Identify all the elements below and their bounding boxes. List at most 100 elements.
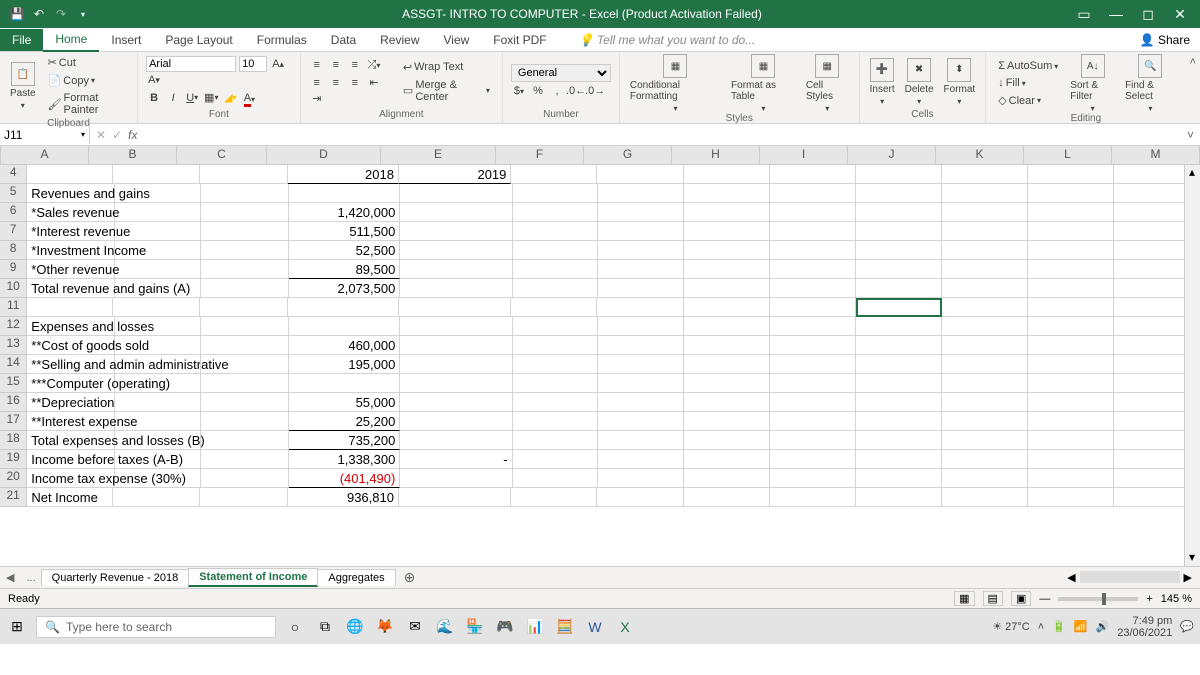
- row-header-7[interactable]: 7: [0, 222, 27, 241]
- cell-K16[interactable]: [942, 393, 1028, 412]
- cell-C4[interactable]: [200, 165, 288, 184]
- cell-I10[interactable]: [770, 279, 856, 298]
- cell-K12[interactable]: [942, 317, 1028, 336]
- cell-L10[interactable]: [1028, 279, 1114, 298]
- cell-I15[interactable]: [770, 374, 856, 393]
- cell-D10[interactable]: 2,073,500: [289, 279, 400, 298]
- cell-F21[interactable]: [511, 488, 597, 507]
- cell-B13[interactable]: [115, 336, 201, 355]
- cell-D21[interactable]: 936,810: [288, 488, 399, 507]
- sort-filter-button[interactable]: A↓Sort & Filter▾: [1068, 54, 1117, 113]
- autosum-button[interactable]: Σ AutoSum ▾: [994, 58, 1062, 74]
- cell-A21[interactable]: Net Income: [27, 488, 113, 507]
- column-header-K[interactable]: K: [936, 146, 1024, 164]
- battery-icon[interactable]: 🔋: [1052, 620, 1066, 633]
- underline-icon[interactable]: U▾: [184, 90, 200, 106]
- cell-A5[interactable]: Revenues and gains: [27, 184, 115, 203]
- cell-I16[interactable]: [770, 393, 856, 412]
- cell-I8[interactable]: [770, 241, 856, 260]
- cell-H17[interactable]: [684, 412, 770, 431]
- task-view-icon[interactable]: ⧉: [314, 616, 336, 638]
- row-header-19[interactable]: 19: [0, 450, 27, 469]
- cell-F11[interactable]: [511, 298, 597, 317]
- cell-D11[interactable]: [288, 298, 399, 317]
- cell-F12[interactable]: [513, 317, 599, 336]
- share-button[interactable]: 👤 Share: [1140, 33, 1200, 47]
- column-header-L[interactable]: L: [1024, 146, 1112, 164]
- cell-I18[interactable]: [770, 431, 856, 450]
- cell-C15[interactable]: [201, 374, 289, 393]
- cell-K20[interactable]: [942, 469, 1028, 488]
- cell-B4[interactable]: [113, 165, 199, 184]
- cell-E19[interactable]: -: [400, 450, 512, 469]
- cell-L20[interactable]: [1028, 469, 1114, 488]
- cancel-formula-icon[interactable]: ✕: [96, 128, 106, 142]
- cell-F19[interactable]: [513, 450, 599, 469]
- cell-H16[interactable]: [684, 393, 770, 412]
- indent-decrease-icon[interactable]: ⇤: [366, 74, 382, 90]
- font-name-input[interactable]: [146, 56, 236, 72]
- sheet-nav-dots[interactable]: ...: [20, 572, 41, 584]
- column-header-A[interactable]: A: [1, 146, 89, 164]
- cell-F20[interactable]: [513, 469, 599, 488]
- cell-D8[interactable]: 52,500: [289, 241, 400, 260]
- comma-format-icon[interactable]: ,: [549, 83, 565, 99]
- app-icon-store[interactable]: 🏪: [464, 616, 486, 638]
- cell-G9[interactable]: [598, 260, 684, 279]
- cell-J15[interactable]: [856, 374, 942, 393]
- cell-F18[interactable]: [513, 431, 599, 450]
- cell-F9[interactable]: [513, 260, 599, 279]
- cell-C5[interactable]: [201, 184, 289, 203]
- cell-B15[interactable]: [115, 374, 201, 393]
- cell-L12[interactable]: [1028, 317, 1114, 336]
- taskbar-search[interactable]: 🔍 Type here to search: [36, 616, 276, 638]
- cell-B21[interactable]: [113, 488, 199, 507]
- cell-I6[interactable]: [770, 203, 856, 222]
- cell-L21[interactable]: [1028, 488, 1114, 507]
- cell-J13[interactable]: [856, 336, 942, 355]
- cell-E4[interactable]: 2019: [399, 165, 511, 184]
- paste-button[interactable]: 📋 Paste▾: [8, 62, 38, 110]
- add-sheet-icon[interactable]: ⊕: [396, 569, 424, 586]
- cell-E14[interactable]: [400, 355, 512, 374]
- cell-D14[interactable]: 195,000: [289, 355, 400, 374]
- cell-E9[interactable]: [400, 260, 512, 279]
- copy-button[interactable]: 📄 Copy ▾: [44, 72, 129, 89]
- cell-J11[interactable]: [856, 298, 942, 317]
- redo-icon[interactable]: ↷: [54, 7, 68, 21]
- cell-E18[interactable]: [400, 431, 512, 450]
- cell-H19[interactable]: [684, 450, 770, 469]
- column-header-I[interactable]: I: [760, 146, 848, 164]
- save-icon[interactable]: 💾: [10, 7, 24, 21]
- delete-cells-button[interactable]: ✖Delete▾: [903, 58, 936, 106]
- wifi-icon[interactable]: 📶: [1074, 620, 1088, 633]
- borders-icon[interactable]: ▦▾: [203, 89, 219, 105]
- conditional-formatting-button[interactable]: ▦Conditional Formatting▾: [628, 54, 723, 113]
- cell-J8[interactable]: [856, 241, 942, 260]
- cell-C9[interactable]: [201, 260, 289, 279]
- number-format-select[interactable]: General: [511, 64, 611, 82]
- fill-button[interactable]: ↓ Fill ▾: [994, 75, 1062, 91]
- cell-H8[interactable]: [684, 241, 770, 260]
- row-header-14[interactable]: 14: [0, 355, 27, 374]
- collapse-ribbon-icon[interactable]: ˄: [1186, 52, 1200, 123]
- cell-D17[interactable]: 25,200: [289, 412, 400, 431]
- cell-L5[interactable]: [1028, 184, 1114, 203]
- cell-B11[interactable]: [113, 298, 199, 317]
- cell-F10[interactable]: [513, 279, 599, 298]
- cell-G12[interactable]: [598, 317, 684, 336]
- cell-D19[interactable]: 1,338,300: [289, 450, 400, 469]
- cell-H13[interactable]: [684, 336, 770, 355]
- cell-L11[interactable]: [1028, 298, 1114, 317]
- tray-chevron-icon[interactable]: ˄: [1038, 621, 1044, 633]
- cell-C13[interactable]: [201, 336, 289, 355]
- cell-F16[interactable]: [513, 393, 599, 412]
- horizontal-scrollbar[interactable]: [1080, 571, 1180, 583]
- cell-L13[interactable]: [1028, 336, 1114, 355]
- cell-C14[interactable]: [201, 355, 289, 374]
- cell-D13[interactable]: 460,000: [289, 336, 400, 355]
- qat-more-icon[interactable]: ▾: [76, 7, 90, 21]
- cell-G4[interactable]: [597, 165, 683, 184]
- app-icon-calc[interactable]: 🧮: [554, 616, 576, 638]
- cell-L4[interactable]: [1028, 165, 1114, 184]
